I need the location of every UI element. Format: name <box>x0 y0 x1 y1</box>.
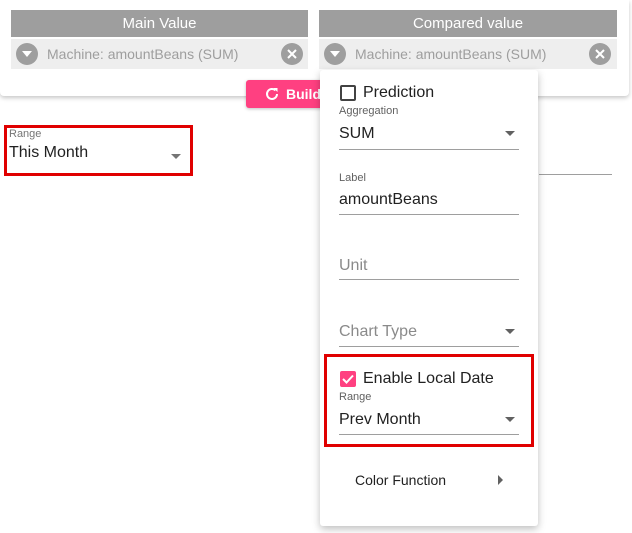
aggregation-select[interactable]: SUM <box>339 125 375 143</box>
prediction-label: Prediction <box>363 84 435 101</box>
unit-input[interactable]: Unit <box>339 257 367 275</box>
expand-chevron-icon[interactable] <box>324 43 346 65</box>
field-underline <box>539 174 612 175</box>
build-button[interactable]: Build <box>246 80 326 108</box>
expand-chevron-icon[interactable] <box>16 43 38 65</box>
local-date-highlight-box <box>324 354 534 447</box>
series-options-popup: Prediction Aggregation SUM Label amountB… <box>320 70 538 526</box>
chart-type-select[interactable]: Chart Type <box>339 323 417 341</box>
clear-icon[interactable] <box>281 43 303 65</box>
main-value-chip[interactable]: Machine: amountBeans (SUM) <box>11 39 308 69</box>
main-value-chip-text: Machine: amountBeans (SUM) <box>47 46 239 62</box>
refresh-icon <box>264 86 280 102</box>
chart-type-underline <box>339 346 519 347</box>
compared-value-header: Compared value <box>319 10 617 37</box>
dropdown-arrow-icon <box>505 329 515 334</box>
main-value-header: Main Value <box>11 10 308 37</box>
label-input[interactable]: amountBeans <box>339 191 438 209</box>
color-function-menu-item[interactable]: Color Function <box>320 465 538 495</box>
compared-value-chip-text: Machine: amountBeans (SUM) <box>355 46 547 62</box>
aggregation-underline <box>339 149 519 150</box>
range-highlight-box <box>4 125 193 176</box>
compared-value-chip[interactable]: Machine: amountBeans (SUM) <box>319 39 617 69</box>
compared-value-title: Compared value <box>412 15 524 32</box>
dropdown-arrow-icon <box>505 131 515 136</box>
label-underline <box>339 214 519 215</box>
label-field-label: Label <box>339 172 366 184</box>
unit-underline <box>339 279 519 280</box>
prediction-checkbox[interactable] <box>340 85 356 101</box>
main-value-title: Main Value <box>122 15 197 32</box>
clear-icon[interactable] <box>589 43 611 65</box>
build-button-label: Build <box>286 86 321 102</box>
submenu-arrow-icon <box>498 475 503 485</box>
color-function-label: Color Function <box>355 472 447 488</box>
aggregation-label: Aggregation <box>339 105 399 117</box>
